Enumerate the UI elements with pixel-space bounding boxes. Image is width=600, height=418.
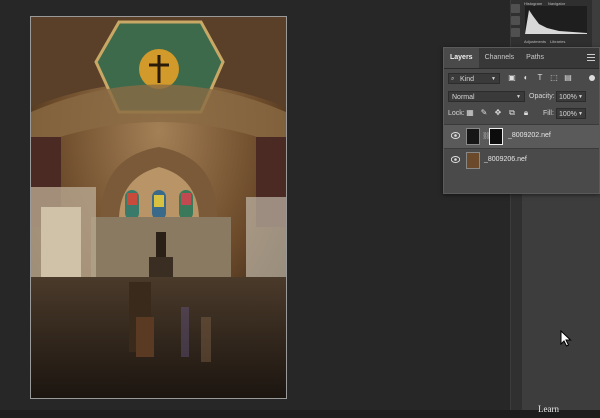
tab-adjustments[interactable]: Adjustments [524, 39, 546, 44]
layer-thumbnail [466, 128, 480, 145]
shape-filter-icon[interactable]: ⬚ [550, 74, 558, 82]
tab-channels[interactable]: Channels [479, 48, 521, 68]
mouse-pointer-icon [560, 330, 572, 347]
layer-thumbnail [466, 152, 480, 169]
fill-label: Fill: [543, 110, 554, 117]
blend-mode-select[interactable]: Normal ▼ [448, 91, 525, 102]
layer-mask-thumbnail[interactable] [489, 128, 503, 145]
tab-libraries[interactable]: Libraries [550, 39, 565, 44]
lock-image-icon[interactable]: ✎ [480, 109, 488, 117]
filter-kind-select[interactable]: ⌕ Kind ▼ [448, 73, 500, 84]
fill-field[interactable]: 100% ▼ [556, 108, 586, 119]
panel-menu-icon[interactable] [587, 54, 595, 62]
document-workspace[interactable] [0, 0, 510, 410]
fill-value: 100% [559, 111, 577, 118]
blend-mode-value: Normal [452, 94, 475, 101]
histogram-graph [525, 6, 587, 34]
opacity-label: Opacity: [529, 93, 555, 100]
tab-paths[interactable]: Paths [520, 48, 550, 68]
chevron-down-icon: ▼ [516, 94, 521, 100]
chevron-down-icon: ▼ [491, 76, 496, 82]
chevron-down-icon: ▼ [578, 94, 583, 100]
filter-kind-value: Kind [460, 76, 475, 83]
histogram-curve-icon [525, 10, 587, 34]
opacity-field[interactable]: 100% ▼ [556, 91, 586, 102]
lock-artboard-icon[interactable]: ⧉ [508, 109, 516, 117]
tab-layers[interactable]: Layers [444, 48, 479, 68]
layer-row[interactable]: ⛓ _8009202.nef [444, 124, 599, 148]
visibility-eye-icon[interactable] [451, 132, 460, 139]
smart-object-filter-icon[interactable]: ▤ [564, 74, 572, 82]
brush-settings-icon[interactable] [511, 28, 520, 37]
lock-all-icon[interactable]: 🔒︎ [522, 109, 530, 117]
history-icon[interactable] [511, 4, 520, 13]
lock-transparent-icon[interactable]: ▦ [466, 109, 474, 117]
learn-watermark: Learn [538, 404, 559, 414]
bottom-bar [0, 410, 600, 418]
search-icon: ⌕ [451, 76, 455, 82]
layers-panel: Layers Channels Paths ⌕ Kind ▼ ▣ ◐ T ⬚ ▤… [443, 47, 600, 194]
opacity-value: 100% [559, 94, 577, 101]
layers-panel-tabs: Layers Channels Paths [444, 48, 599, 69]
chapel-photo [31, 17, 286, 398]
type-filter-icon[interactable]: T [536, 74, 544, 82]
visibility-eye-icon[interactable] [451, 156, 460, 163]
filter-toggle-button[interactable] [589, 75, 595, 81]
layer-row[interactable]: _8009206.nef [444, 148, 599, 172]
document-canvas[interactable] [30, 16, 287, 399]
layer-name[interactable]: _8009202.nef [508, 132, 551, 139]
lock-label: Lock: [448, 110, 465, 117]
chevron-down-icon: ▼ [578, 111, 583, 117]
image-filter-icon[interactable]: ▣ [508, 74, 516, 82]
layer-name[interactable]: _8009206.nef [484, 156, 527, 163]
adjustment-filter-icon[interactable]: ◐ [522, 74, 530, 82]
lock-position-icon[interactable]: ✥ [494, 109, 502, 117]
properties-icon[interactable] [511, 16, 520, 25]
